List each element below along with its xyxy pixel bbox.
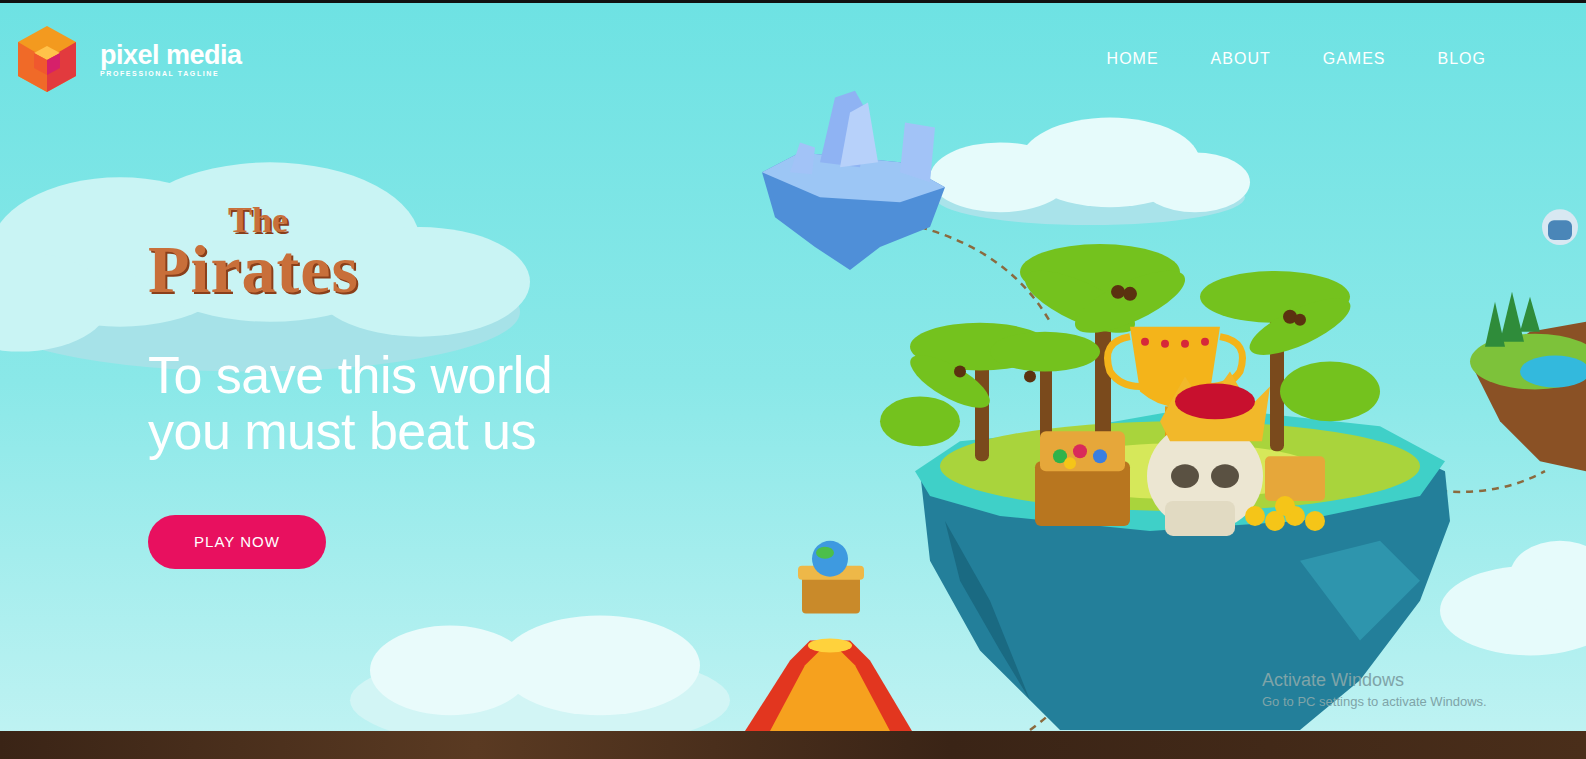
cloud-right-icon [1440,541,1586,656]
cloud-left-icon [0,162,530,371]
cloud-top-icon [930,118,1250,226]
cloud-bottom-icon [350,616,730,750]
play-now-button[interactable]: PLAY NOW [148,515,326,569]
ice-island-icon [762,91,945,270]
logo-tagline: PROFESSIONAL TAGLINE [100,70,242,77]
title-small: The [148,203,359,237]
watermark-subtitle: Go to PC settings to activate Windows. [1262,694,1487,709]
treasure-island-icon [880,244,1450,730]
bottom-strip [0,731,1586,759]
watermark-title: Activate Windows [1262,670,1487,691]
game-title: The Pirates [148,203,359,302]
headline: To save this worldyou must beat us [148,347,552,459]
globe-chest-icon [798,541,864,614]
header: pixel media PROFESSIONAL TAGLINE HOME ABO… [0,3,1586,103]
nav-item[interactable]: GAMES [1323,50,1386,68]
landing-page: pixel media PROFESSIONAL TAGLINE HOME ABO… [0,0,1586,759]
nav-item[interactable]: BLOG [1438,50,1486,68]
main-nav: HOME ABOUT GAMES BLOG [1107,50,1486,68]
headline-line: you must beat us [148,403,552,459]
hexagon-cube-icon [16,24,78,94]
logo-name: pixel media [100,42,242,69]
nav-item[interactable]: HOME [1107,50,1159,68]
activation-watermark: Activate Windows Go to PC settings to ac… [1262,670,1487,709]
headline-line: To save this world [148,347,552,403]
nav-item[interactable]: ABOUT [1211,50,1271,68]
logo-text: pixel media PROFESSIONAL TAGLINE [100,42,242,77]
hero: The Pirates To save this worldyou must b… [0,103,1586,731]
title-large: Pirates [148,237,359,302]
logo[interactable]: pixel media PROFESSIONAL TAGLINE [16,24,242,94]
volcano-icon [745,638,912,731]
lake-island-icon [1470,209,1586,471]
